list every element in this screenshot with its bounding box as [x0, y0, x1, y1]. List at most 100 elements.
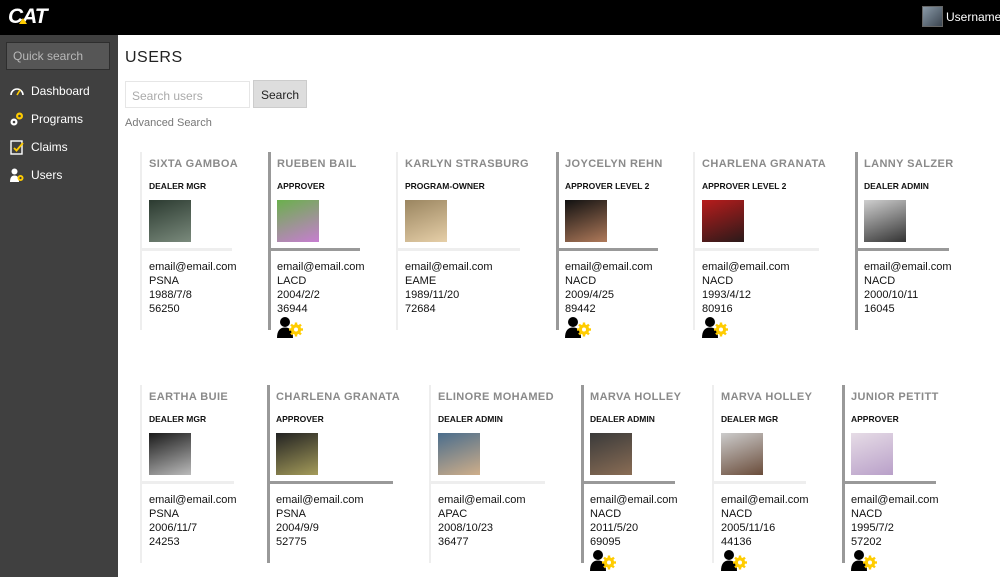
user-date: 2009/4/25: [565, 289, 614, 301]
user-admin-gear-icon[interactable]: [851, 549, 879, 571]
search-users-input[interactable]: Search users: [125, 81, 250, 108]
sidebar-item-users[interactable]: Users: [9, 166, 62, 184]
sidebar-item-programs[interactable]: Programs: [9, 110, 83, 128]
user-card[interactable]: EARTHA BUIE DEALER MGR email@email.com PSNA…: [140, 385, 242, 565]
card-separator: [857, 248, 949, 251]
user-card[interactable]: JOYCELYN REHN APPROVER LEVEL 2 email@email…: [556, 152, 666, 338]
user-card[interactable]: ELINORE MOHAMED DEALER ADMIN email@email.c…: [429, 385, 554, 565]
search-button[interactable]: Search: [253, 80, 307, 108]
cat-logo[interactable]: CAT: [8, 5, 48, 29]
user-admin-gear-icon[interactable]: [702, 316, 730, 338]
user-photo[interactable]: [277, 200, 319, 242]
user-role: DEALER ADMIN: [590, 414, 655, 424]
user-role: PROGRAM-OWNER: [405, 181, 485, 191]
user-photo[interactable]: [565, 200, 607, 242]
sidebar-item-claims[interactable]: Claims: [9, 138, 68, 156]
user-region: NACD: [590, 508, 622, 520]
user-card[interactable]: KARLYN STRASBURG PROGRAM-OWNER email@email…: [396, 152, 529, 332]
user-photo[interactable]: [405, 200, 447, 242]
user-photo[interactable]: [149, 433, 191, 475]
user-admin-gear-icon[interactable]: [565, 316, 593, 338]
user-region: NACD: [702, 275, 734, 287]
user-date: 2004/9/9: [276, 522, 319, 534]
user-name[interactable]: RUEBEN BAIL: [277, 158, 357, 170]
user-name[interactable]: JUNIOR PETITT: [851, 391, 939, 403]
card-divider: [268, 152, 271, 330]
user-email: email@email.com: [438, 494, 526, 506]
user-role: DEALER MGR: [149, 414, 207, 424]
user-name[interactable]: EARTHA BUIE: [149, 391, 228, 403]
user-date: 2008/10/23: [438, 522, 494, 534]
user-card[interactable]: CHARLENA GRANATA APPROVER LEVEL 2 email@em…: [693, 152, 827, 338]
user-photo[interactable]: [864, 200, 906, 242]
user-id: 36477: [438, 536, 469, 548]
card-divider: [429, 385, 431, 563]
gauge-icon: [10, 88, 24, 96]
user-photo[interactable]: [276, 433, 318, 475]
user-photo[interactable]: [590, 433, 632, 475]
user-name[interactable]: KARLYN STRASBURG: [405, 158, 529, 170]
card-separator: [269, 481, 393, 484]
user-name[interactable]: CHARLENA GRANATA: [702, 158, 826, 170]
user-admin-gear-icon[interactable]: [721, 549, 749, 571]
user-card[interactable]: MARVA HOLLEY DEALER MGR email@email.com NAC…: [712, 385, 814, 571]
user-role: DEALER ADMIN: [864, 181, 929, 191]
user-name[interactable]: LANNY SALZER: [864, 158, 954, 170]
user-region: NACD: [851, 508, 883, 520]
user-id: 36944: [277, 303, 308, 315]
user-name[interactable]: JOYCELYN REHN: [565, 158, 663, 170]
user-photo[interactable]: [702, 200, 744, 242]
user-date: 2006/11/7: [149, 522, 198, 534]
user-card[interactable]: LANNY SALZER DEALER ADMIN email@email.com N…: [855, 152, 957, 332]
sidebar-item-label: Claims: [31, 140, 68, 154]
user-card[interactable]: RUEBEN BAIL APPROVER email@email.com LACD 20…: [268, 152, 368, 338]
user-card[interactable]: CHARLENA GRANATA APPROVER email@email.com P…: [267, 385, 401, 565]
user-date: 2000/10/11: [864, 289, 919, 301]
user-card[interactable]: JUNIOR PETITT APPROVER email@email.com NACD…: [842, 385, 944, 571]
card-separator: [142, 248, 232, 251]
user-avatar[interactable]: [922, 6, 943, 27]
user-name[interactable]: CHARLENA GRANATA: [276, 391, 400, 403]
user-admin-gear-icon[interactable]: [277, 316, 305, 338]
user-role: APPROVER: [276, 414, 324, 424]
card-divider: [267, 385, 270, 563]
user-email: email@email.com: [590, 494, 678, 506]
sidebar-item-label: Programs: [31, 112, 84, 126]
user-name[interactable]: MARVA HOLLEY: [721, 391, 812, 403]
sidebar: Quick search Dashboard Programs Claims U…: [0, 35, 118, 577]
card-divider: [842, 385, 845, 563]
user-date: 1989/11/20: [405, 289, 460, 301]
user-id: 56250: [149, 303, 180, 315]
user-role: APPROVER LEVEL 2: [702, 181, 787, 191]
sidebar-item-dashboard[interactable]: Dashboard: [9, 82, 90, 100]
user-card[interactable]: SIXTA GAMBOA DEALER MGR email@email.com PSN…: [140, 152, 240, 332]
card-divider: [140, 152, 142, 330]
user-email: email@email.com: [721, 494, 809, 506]
user-card[interactable]: MARVA HOLLEY DEALER ADMIN email@email.com N…: [581, 385, 683, 571]
advanced-search-link[interactable]: Advanced Search: [125, 117, 212, 129]
card-separator: [844, 481, 936, 484]
user-region: PSNA: [276, 508, 306, 520]
username-label[interactable]: Username: [946, 10, 1000, 24]
user-name[interactable]: SIXTA GAMBOA: [149, 158, 238, 170]
user-name[interactable]: ELINORE MOHAMED: [438, 391, 554, 403]
user-photo[interactable]: [851, 433, 893, 475]
user-photo[interactable]: [438, 433, 480, 475]
card-divider: [712, 385, 714, 563]
user-id: 72684: [405, 303, 436, 315]
user-region: PSNA: [149, 508, 179, 520]
user-id: 57202: [851, 536, 882, 548]
logo-triangle-icon: [19, 18, 27, 24]
card-separator: [142, 481, 234, 484]
user-date: 1995/7/2: [851, 522, 894, 534]
user-name[interactable]: MARVA HOLLEY: [590, 391, 681, 403]
card-separator: [270, 248, 360, 251]
user-photo[interactable]: [149, 200, 191, 242]
user-photo[interactable]: [721, 433, 763, 475]
quick-search-input[interactable]: Quick search: [6, 42, 110, 70]
sidebar-item-label: Users: [31, 168, 63, 182]
user-id: 69095: [590, 536, 621, 548]
user-admin-gear-icon[interactable]: [590, 549, 618, 571]
card-separator: [558, 248, 658, 251]
user-region: APAC: [438, 508, 468, 520]
